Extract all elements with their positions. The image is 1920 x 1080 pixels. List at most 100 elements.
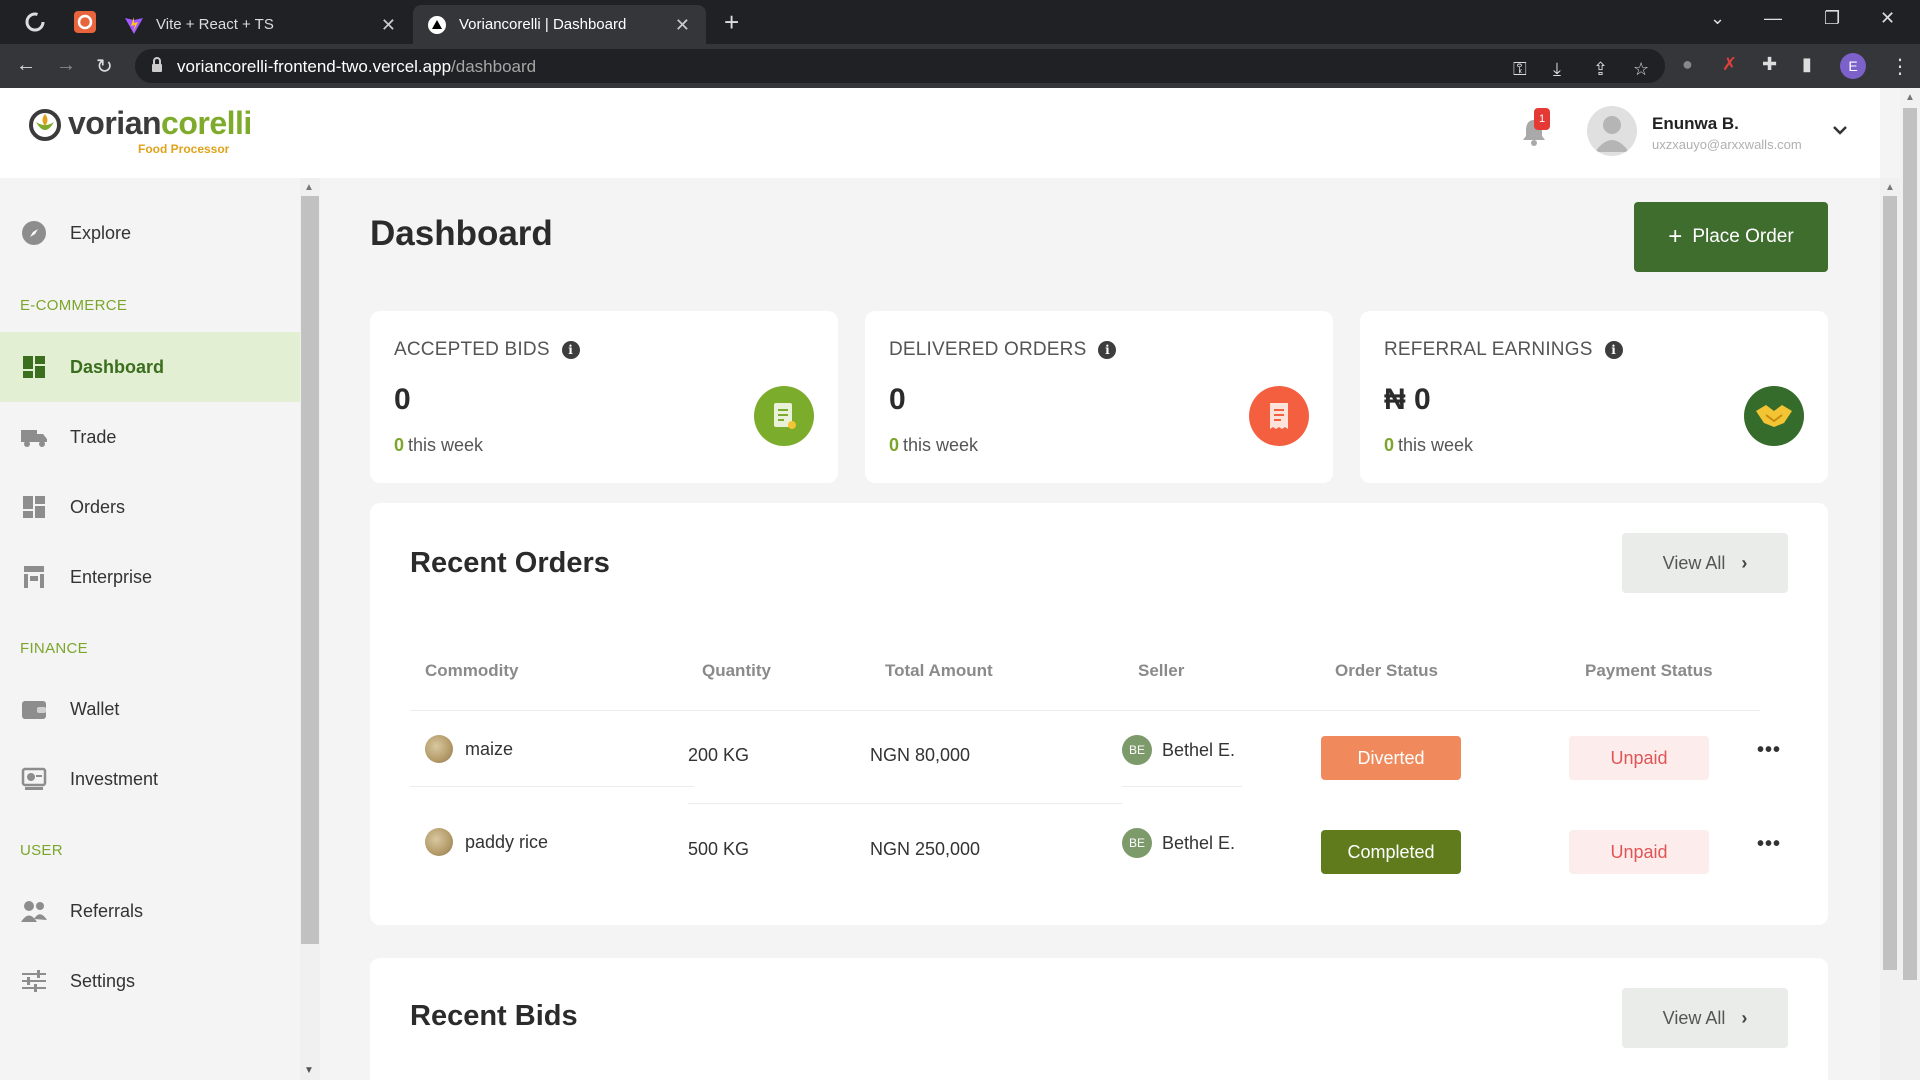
sidebar-item-referrals[interactable]: Referrals (0, 876, 300, 946)
sidebar-item-label: Referrals (70, 900, 144, 921)
pinned-tab-refresh-icon[interactable] (22, 9, 48, 35)
side-panel-icon[interactable]: ▮ (1802, 54, 1812, 75)
info-icon[interactable]: i (561, 341, 580, 359)
share-icon[interactable]: ⇪ (1593, 59, 1608, 80)
scroll-up-icon[interactable]: ▲ (1885, 182, 1895, 193)
document-icon (754, 386, 814, 446)
user-email: uxzxauyo@arxxwalls.com (1652, 137, 1802, 152)
sidebar-section-finance: FINANCE (20, 640, 88, 657)
reload-icon[interactable]: ↻ (96, 54, 113, 79)
back-icon[interactable]: ← (16, 54, 36, 77)
window-scrollbar[interactable]: ▲ (1900, 88, 1920, 1080)
forward-icon[interactable]: → (56, 54, 76, 77)
browser-menu-icon[interactable]: ⋮ (1890, 54, 1910, 79)
tab-title: Voriancorelli | Dashboard (459, 16, 627, 33)
close-tab-icon[interactable]: ✕ (381, 15, 396, 36)
row-more-icon[interactable]: ••• (1757, 833, 1781, 856)
window-close-icon[interactable]: ✕ (1880, 8, 1895, 29)
row-divider (410, 786, 694, 787)
handshake-icon (1744, 386, 1804, 446)
stat-week-value: 0 (1384, 435, 1395, 455)
view-all-label: View All (1662, 1007, 1726, 1028)
people-icon (20, 897, 48, 925)
order-status-badge: Diverted (1321, 736, 1461, 780)
seller-avatar: BE (1122, 828, 1152, 858)
close-tab-icon[interactable]: ✕ (675, 15, 690, 36)
scroll-down-icon[interactable]: ▼ (304, 1065, 314, 1076)
restore-icon[interactable]: ❐ (1824, 8, 1840, 29)
extensions-puzzle-icon[interactable]: ✚ (1762, 54, 1777, 75)
recent-bids-panel: Recent Bids View All › (370, 958, 1828, 1080)
place-order-label: Place Order (1692, 226, 1794, 247)
user-avatar[interactable] (1587, 106, 1637, 156)
store-icon (20, 563, 48, 591)
sidebar-scrollbar[interactable]: ▲ ▼ (300, 178, 320, 1080)
address-bar-row: ← → ↻ voriancorelli-frontend-two.vercel.… (0, 44, 1920, 88)
sidebar-item-trade[interactable]: Trade (0, 402, 300, 472)
tab-vite[interactable]: Vite + React + TS ✕ (112, 5, 412, 44)
logo[interactable]: voriancorelli Food Processor (28, 106, 252, 156)
stat-week-value: 0 (394, 435, 405, 455)
stat-title: ACCEPTED BIDS (394, 339, 550, 360)
recent-orders-panel: Recent Orders View All › Commodity Quant… (370, 503, 1828, 925)
user-name: Enunwa B. (1652, 114, 1739, 133)
extension-red-icon[interactable]: ✗ (1722, 54, 1737, 75)
url-bar[interactable]: voriancorelli-frontend-two.vercel.app/da… (135, 49, 1665, 83)
sidebar-item-dashboard[interactable]: Dashboard (0, 332, 300, 402)
table-row-seller: BE Bethel E. (1122, 735, 1235, 765)
table-row-commodity: maize (425, 735, 513, 763)
compass-icon (20, 219, 48, 247)
sidebar-item-label: Enterprise (70, 566, 153, 587)
stat-card-accepted-bids: ACCEPTED BIDS i 0 0 this week (370, 311, 838, 483)
maize-thumbnail (425, 735, 453, 763)
scroll-up-icon[interactable]: ▲ (1905, 92, 1915, 103)
header-divider (410, 710, 1760, 711)
sidebar-item-orders[interactable]: Orders (0, 472, 300, 542)
info-icon[interactable]: i (1098, 341, 1117, 359)
orders-grid-icon (20, 493, 48, 521)
stat-card-delivered-orders: DELIVERED ORDERS i 0 0 this week (865, 311, 1333, 483)
sidebar-item-wallet[interactable]: Wallet (0, 674, 300, 744)
stat-value: 0 (394, 383, 411, 416)
recent-bids-title: Recent Bids (410, 1000, 578, 1032)
extension-icon[interactable]: ● (1682, 54, 1693, 75)
stat-value: 0 (889, 383, 906, 416)
scrollbar-thumb[interactable] (301, 196, 319, 944)
stat-value: ₦ 0 (1384, 383, 1431, 416)
info-icon[interactable]: i (1604, 341, 1623, 359)
order-status-badge: Completed (1321, 830, 1461, 874)
table-row-quantity: 500 KG (688, 839, 750, 859)
column-header-order-status: Order Status (1335, 661, 1438, 680)
stat-card-referral-earnings: REFERRAL EARNINGS i ₦ 0 0 this week (1360, 311, 1828, 483)
view-all-bids-button[interactable]: View All › (1622, 988, 1788, 1048)
stat-week-label: this week (903, 435, 979, 455)
view-all-orders-button[interactable]: View All › (1622, 533, 1788, 593)
tab-search-chevron-icon[interactable]: ⌄ (1710, 8, 1725, 29)
scroll-up-icon[interactable]: ▲ (304, 182, 314, 193)
sidebar-item-settings[interactable]: Settings (0, 946, 300, 1016)
sidebar-section-user: USER (20, 842, 63, 859)
logo-mark-icon (29, 109, 61, 141)
sidebar-item-investment[interactable]: Investment (0, 744, 300, 814)
minimize-icon[interactable]: — (1764, 8, 1782, 29)
scrollbar-thumb[interactable] (1883, 196, 1897, 970)
stat-week-label: this week (408, 435, 484, 455)
bookmark-star-icon[interactable]: ☆ (1633, 59, 1649, 80)
main-scrollbar[interactable]: ▲ (1880, 178, 1900, 1080)
pinned-tab-app-icon[interactable] (72, 9, 98, 35)
column-header-payment-status: Payment Status (1585, 661, 1713, 680)
install-icon[interactable]: ⤓ (1553, 59, 1561, 80)
tab-dashboard[interactable]: Voriancorelli | Dashboard ✕ (413, 5, 706, 44)
sidebar-item-enterprise[interactable]: Enterprise (0, 542, 300, 612)
sidebar-item-label: Wallet (70, 698, 120, 719)
chevron-right-icon: › (1741, 552, 1748, 573)
key-icon[interactable]: ⚿ (1513, 59, 1527, 80)
profile-avatar[interactable]: E (1840, 53, 1866, 79)
chevron-down-icon[interactable] (1832, 124, 1848, 136)
scrollbar-thumb[interactable] (1903, 108, 1917, 980)
row-more-icon[interactable]: ••• (1757, 739, 1781, 762)
sidebar-item-explore[interactable]: Explore (0, 198, 300, 268)
view-all-label: View All (1662, 552, 1726, 573)
place-order-button[interactable]: + Place Order (1634, 202, 1828, 272)
new-tab-icon[interactable]: + (724, 7, 739, 38)
